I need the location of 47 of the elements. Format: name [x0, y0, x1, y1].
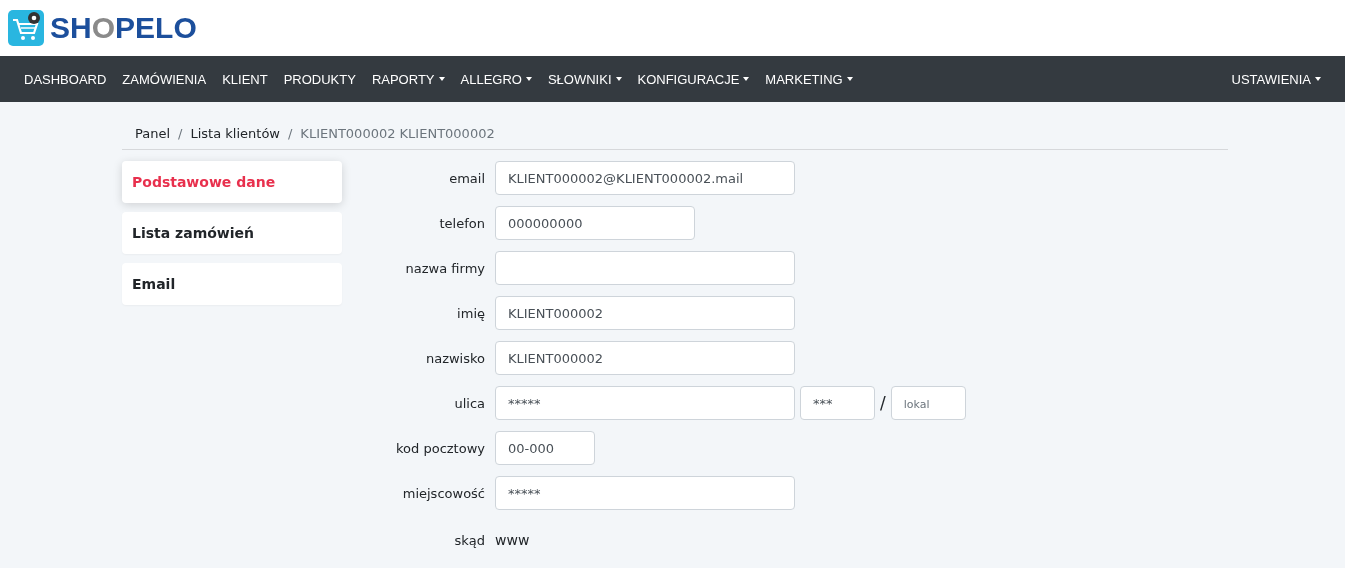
field-label: ulica: [453, 395, 486, 411]
input-field[interactable]: 00-000: [495, 431, 595, 465]
input-field[interactable]: KLIENT000002@KLIENT000002.mail: [495, 161, 795, 195]
sidebar-item[interactable]: Podstawowe dane: [122, 161, 342, 203]
input-field[interactable]: ***: [800, 386, 875, 420]
field-label: email: [448, 170, 486, 186]
input-field[interactable]: 000000000: [495, 206, 695, 240]
nav-link[interactable]: DASHBOARD: [16, 71, 115, 87]
breadcrumb-link[interactable]: Lista klientów: [190, 126, 280, 141]
input-field[interactable]: *****: [495, 386, 795, 420]
nav-link[interactable]: SŁOWNIKI: [539, 71, 630, 87]
nav-link[interactable]: KONFIGURACJE: [629, 71, 758, 87]
nav-link[interactable]: KLIENT: [214, 71, 276, 87]
separator-text: /: [880, 393, 886, 413]
nav-link[interactable]: MARKETING: [757, 71, 861, 87]
input-field[interactable]: KLIENT000002: [495, 341, 795, 375]
field-label: kod pocztowy: [395, 440, 486, 456]
caret-icon: [743, 77, 750, 81]
input-field[interactable]: KLIENT000002: [495, 296, 795, 330]
input-field[interactable]: lokal: [890, 386, 966, 420]
field-label: miejscowość: [401, 485, 486, 501]
breadcrumb-separator: /: [178, 126, 183, 141]
breadcrumb-separator: /: [287, 126, 293, 141]
field-value: www: [495, 532, 530, 548]
input-field[interactable]: [495, 251, 795, 285]
sidebar-item[interactable]: Lista zamówień: [122, 212, 342, 254]
nav-link[interactable]: ZAMÓWIENIA: [114, 71, 215, 87]
field-label: nazwa firmy: [404, 260, 486, 276]
nav-link[interactable]: PRODUKTY: [275, 71, 364, 87]
caret-icon: [525, 77, 532, 81]
sidebar-item[interactable]: Email: [122, 263, 342, 305]
breadcrumb-current: KLIENT000002 KLIENT000002: [300, 126, 495, 141]
breadcrumb-link[interactable]: Panel: [135, 126, 171, 141]
field-label: imię: [456, 305, 486, 321]
logo-text: SHOPELO: [50, 11, 197, 45]
nav-link[interactable]: RAPORTY: [363, 71, 453, 87]
field-label: skąd: [453, 532, 486, 548]
cart-logo-icon: [8, 10, 44, 46]
field-label: telefon: [438, 215, 486, 231]
caret-icon: [615, 77, 622, 81]
field-label: nazwisko: [424, 350, 486, 366]
caret-icon: [438, 77, 445, 81]
nav-link[interactable]: USTAWIENIA: [1223, 71, 1329, 87]
caret-icon: [1315, 77, 1321, 81]
caret-icon: [846, 77, 853, 81]
input-field[interactable]: *****: [495, 476, 795, 510]
nav-link[interactable]: ALLEGRO: [452, 71, 540, 87]
